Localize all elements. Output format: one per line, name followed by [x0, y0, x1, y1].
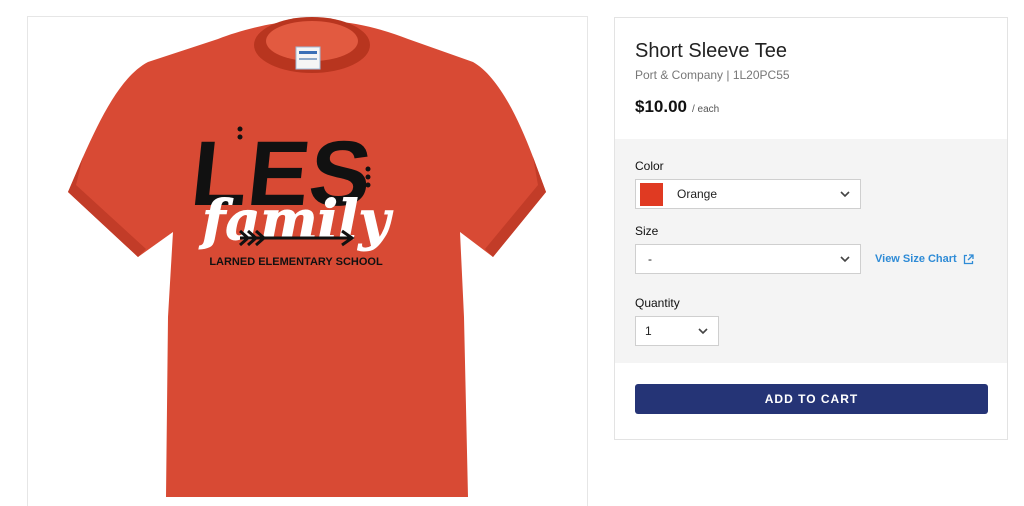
price-unit: / each: [692, 104, 720, 115]
product-price: $10.00: [635, 97, 687, 116]
product-brand-sku: Port & Company | 1L20PC55: [635, 68, 790, 82]
size-chart-label: View Size Chart: [875, 253, 957, 265]
size-select[interactable]: -: [635, 244, 861, 274]
quantity-value: 1: [645, 324, 652, 338]
size-label: Size: [635, 224, 659, 238]
logo-family: family: [198, 188, 393, 252]
product-header: Short Sleeve Tee Port & Company | 1L20PC…: [615, 18, 1007, 139]
product-image-panel: LES family LARNED ELEMENTARY SCHOOL: [27, 16, 588, 506]
color-label: Color: [635, 159, 664, 173]
quantity-select[interactable]: 1: [635, 316, 719, 346]
add-to-cart-button[interactable]: ADD TO CART: [635, 384, 988, 414]
product-details-card: Short Sleeve Tee Port & Company | 1L20PC…: [614, 17, 1008, 440]
view-size-chart-link[interactable]: View Size Chart: [875, 253, 974, 265]
product-title: Short Sleeve Tee: [635, 40, 787, 62]
tshirt-image: LES family LARNED ELEMENTARY SCHOOL: [68, 17, 546, 497]
product-options: Color Orange Size - View Size Chart Quan…: [615, 139, 1007, 363]
chevron-down-icon: [840, 256, 850, 263]
color-swatch: [640, 182, 663, 206]
chevron-down-icon: [840, 191, 850, 198]
price-row: $10.00 / each: [635, 97, 987, 117]
school-name: LARNED ELEMENTARY SCHOOL: [209, 256, 383, 268]
color-select[interactable]: Orange: [635, 179, 861, 209]
external-link-icon: [963, 253, 974, 264]
size-value: -: [648, 252, 652, 266]
chevron-down-icon: [698, 328, 708, 335]
quantity-label: Quantity: [635, 296, 680, 310]
color-value: Orange: [677, 187, 718, 201]
